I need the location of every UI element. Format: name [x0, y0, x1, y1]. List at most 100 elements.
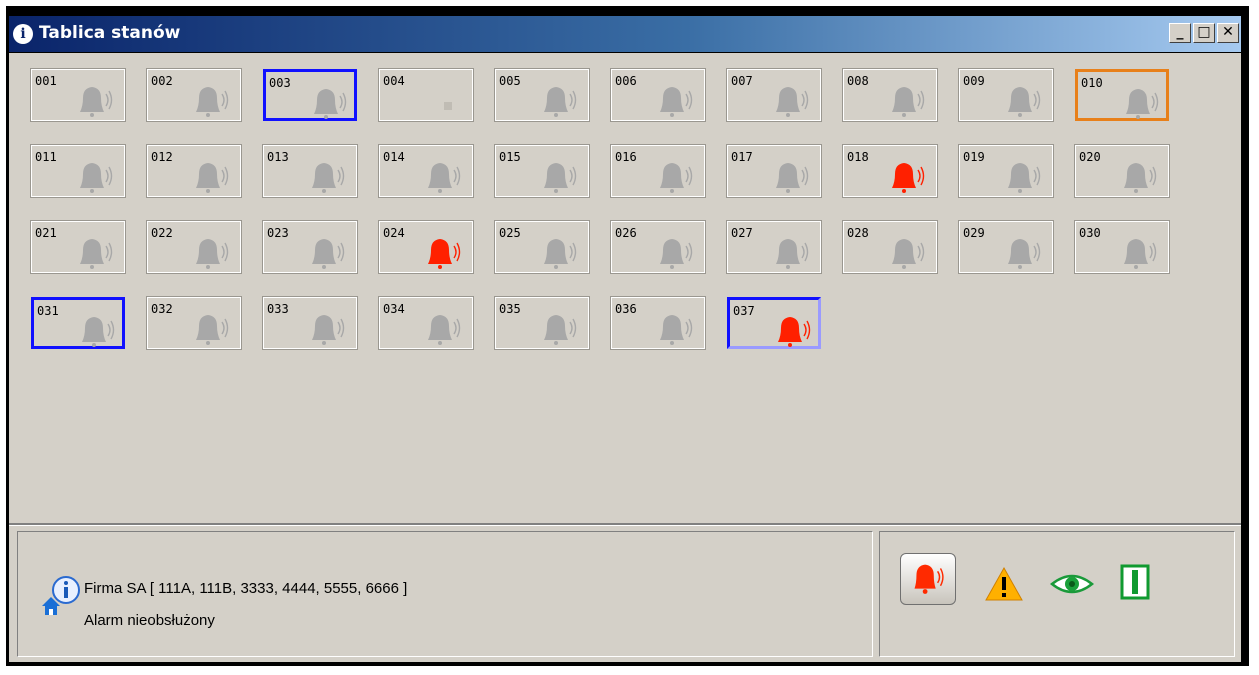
eye-icon: [1050, 574, 1094, 594]
bell-icon: [544, 315, 577, 345]
warning-icon: [985, 566, 1023, 601]
partition-tile-034[interactable]: 034: [378, 296, 474, 350]
partition-number: 034: [383, 302, 405, 316]
partition-tile-021[interactable]: 021: [30, 220, 126, 274]
bell-icon: [776, 239, 809, 269]
bell-icon: [776, 87, 809, 117]
partition-tile-033[interactable]: 033: [262, 296, 358, 350]
partition-number: 026: [615, 226, 637, 240]
bell-icon: [660, 163, 693, 193]
bell-icon: [428, 315, 461, 345]
alarm-bell-icon: [778, 317, 811, 347]
window-title: Tablica stanów: [39, 23, 181, 43]
partition-number: 020: [1079, 150, 1101, 164]
partition-grid: 001 002 003 004 005 006 007 008 009 010 011 012 013 0…: [9, 53, 1241, 523]
alarm-bell-icon: [892, 163, 925, 193]
bell-icon: [1008, 87, 1041, 117]
partition-number: 011: [35, 150, 57, 164]
partition-number: 018: [847, 150, 869, 164]
bell-icon: [892, 87, 925, 117]
partition-tile-011[interactable]: 011: [30, 144, 126, 198]
partition-tile-026[interactable]: 026: [610, 220, 706, 274]
info-icon: i: [13, 24, 33, 44]
client-area: 001 002 003 004 005 006 007 008 009 010 011 012 013 0…: [9, 53, 1241, 662]
partition-tile-020[interactable]: 020: [1074, 144, 1170, 198]
partition-tile-005[interactable]: 005: [494, 68, 590, 122]
partition-tile-032[interactable]: 032: [146, 296, 242, 350]
bell-icon: [80, 87, 113, 117]
partition-tile-004[interactable]: 004: [378, 68, 474, 122]
partition-tile-003[interactable]: 003: [263, 69, 357, 121]
partition-tile-008[interactable]: 008: [842, 68, 938, 122]
bell-icon: [660, 239, 693, 269]
bell-icon: [776, 163, 809, 193]
partition-tile-013[interactable]: 013: [262, 144, 358, 198]
partition-tile-015[interactable]: 015: [494, 144, 590, 198]
partition-tile-028[interactable]: 028: [842, 220, 938, 274]
partition-tile-025[interactable]: 025: [494, 220, 590, 274]
partition-tile-017[interactable]: 017: [726, 144, 822, 198]
bell-icon: [1008, 239, 1041, 269]
partition-number: 023: [267, 226, 289, 240]
bell-icon: [196, 163, 229, 193]
partition-tile-007[interactable]: 007: [726, 68, 822, 122]
status-panel: [879, 531, 1235, 657]
splitter[interactable]: [9, 523, 1241, 526]
partition-number: 035: [499, 302, 521, 316]
minimize-button[interactable]: _: [1169, 23, 1191, 43]
partition-number: 036: [615, 302, 637, 316]
partition-tile-009[interactable]: 009: [958, 68, 1054, 122]
partition-number: 001: [35, 74, 57, 88]
partition-tile-002[interactable]: 002: [146, 68, 242, 122]
info-panel: Firma SA [ 111A, 111B, 3333, 4444, 5555,…: [17, 531, 873, 657]
bell-icon: [544, 87, 577, 117]
partition-tile-031[interactable]: 031: [31, 297, 125, 349]
partition-number: 009: [963, 74, 985, 88]
partition-tile-029[interactable]: 029: [958, 220, 1054, 274]
partition-tile-024[interactable]: 024: [378, 220, 474, 274]
close-button[interactable]: ✕: [1217, 23, 1239, 43]
bell-icon: [660, 87, 693, 117]
partition-tile-016[interactable]: 016: [610, 144, 706, 198]
partition-tile-030[interactable]: 030: [1074, 220, 1170, 274]
bell-icon: [428, 163, 461, 193]
bell-icon: [544, 239, 577, 269]
partition-number: 008: [847, 74, 869, 88]
partition-tile-010[interactable]: 010: [1075, 69, 1169, 121]
bell-icon: [312, 163, 345, 193]
partition-tile-027[interactable]: 027: [726, 220, 822, 274]
partition-number: 027: [731, 226, 753, 240]
bell-icon: [1008, 163, 1041, 193]
partition-number: 013: [267, 150, 289, 164]
partition-tile-012[interactable]: 012: [146, 144, 242, 198]
alarm-bell-icon: [428, 239, 461, 269]
partition-number: 022: [151, 226, 173, 240]
partition-number: 032: [151, 302, 173, 316]
partition-number: 002: [151, 74, 173, 88]
partition-tile-001[interactable]: 001: [30, 68, 126, 122]
partition-number: 029: [963, 226, 985, 240]
partition-tile-037[interactable]: 037: [727, 297, 821, 349]
partition-tile-018[interactable]: 018: [842, 144, 938, 198]
alarm-status-text: Alarm nieobsłużony: [84, 612, 215, 629]
partition-tile-019[interactable]: 019: [958, 144, 1054, 198]
bell-icon: [1124, 239, 1157, 269]
bell-icon: [196, 239, 229, 269]
partition-tile-014[interactable]: 014: [378, 144, 474, 198]
maximize-button[interactable]: □: [1193, 23, 1215, 43]
alarm-acknowledge-button[interactable]: [900, 553, 956, 605]
bell-icon: [196, 315, 229, 345]
bell-icon: [314, 89, 347, 119]
partition-number: 005: [499, 74, 521, 88]
partition-tile-006[interactable]: 006: [610, 68, 706, 122]
partition-tile-036[interactable]: 036: [610, 296, 706, 350]
partition-number: 010: [1081, 76, 1103, 90]
bell-icon: [1126, 89, 1159, 119]
bell-icon: [196, 87, 229, 117]
partition-number: 019: [963, 150, 985, 164]
partition-tile-022[interactable]: 022: [146, 220, 242, 274]
title-bar[interactable]: i Tablica stanów _ □ ✕: [9, 16, 1241, 52]
partition-tile-023[interactable]: 023: [262, 220, 358, 274]
partition-number: 021: [35, 226, 57, 240]
partition-tile-035[interactable]: 035: [494, 296, 590, 350]
